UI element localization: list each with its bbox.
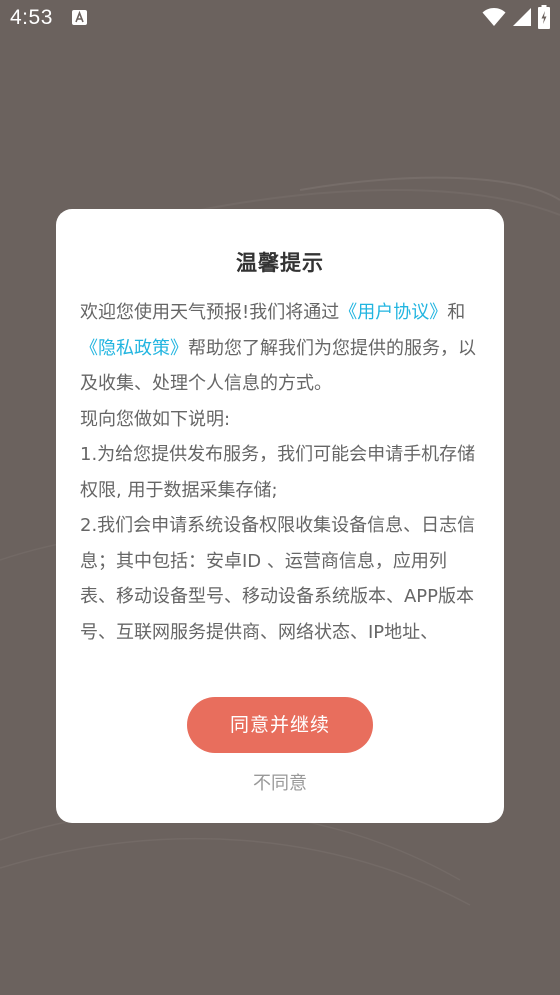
dialog-title: 温馨提示 — [236, 251, 324, 275]
intro-and: 和 — [447, 302, 466, 323]
dialog-body: 欢迎您使用天气预报!我们将通过《用户协议》和《隐私政策》帮助您了解我们为您提供的… — [80, 295, 482, 655]
privacy-dialog: 温馨提示 欢迎您使用天气预报!我们将通过《用户协议》和《隐私政策》帮助您了解我们… — [56, 209, 504, 823]
agree-button[interactable]: 同意并继续 — [187, 697, 373, 753]
explain-heading: 现向您做如下说明: — [80, 408, 231, 430]
user-agreement-link[interactable]: 《用户协议》 — [339, 302, 447, 323]
intro-prefix: 欢迎您使用天气预报!我们将通过 — [80, 302, 340, 323]
privacy-policy-link[interactable]: 《隐私政策》 — [80, 338, 188, 359]
wifi-icon — [482, 7, 506, 31]
disagree-button[interactable]: 不同意 — [230, 769, 330, 799]
explain-item-1: 1.为给您提供发布服务，我们可能会申请手机存储权限, 用于数据采集存储; — [80, 444, 476, 501]
status-icons — [482, 5, 550, 33]
cellular-signal-icon — [512, 7, 532, 31]
battery-icon — [538, 5, 550, 33]
status-bar: 4:53 — [0, 0, 560, 40]
intro-paragraph: 欢迎您使用天气预报!我们将通过《用户协议》和《隐私政策》帮助您了解我们为您提供的… — [80, 295, 482, 402]
explain-item-2: 2.我们会申请系统设备权限收集设备信息、日志信息；其中包括：安卓ID 、运营商信… — [80, 515, 476, 643]
status-time: 4:53 — [10, 6, 53, 29]
notification-a-icon — [72, 10, 87, 25]
